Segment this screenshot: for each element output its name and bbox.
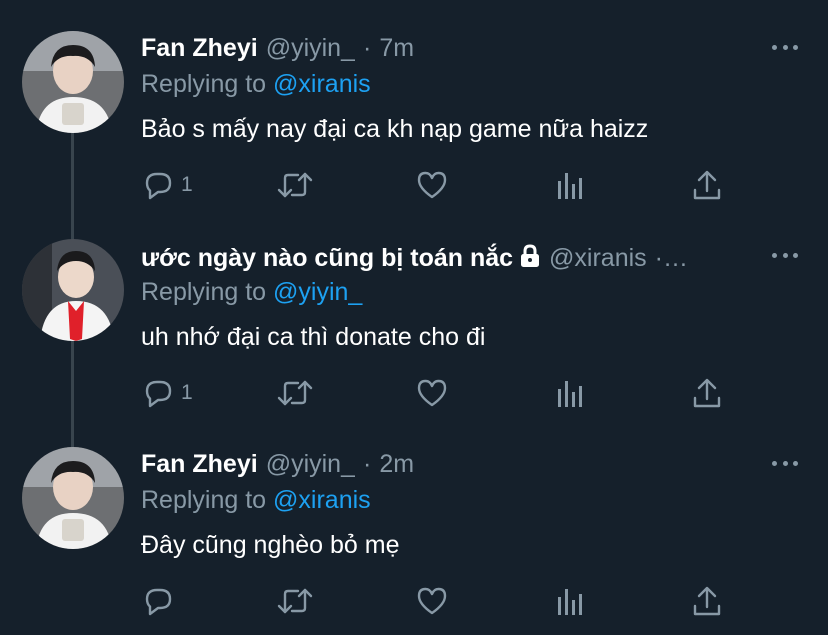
- display-name[interactable]: Fan Zheyi: [141, 34, 258, 63]
- reply-icon: [145, 588, 172, 616]
- analytics-icon: [558, 381, 582, 407]
- like-button[interactable]: [415, 168, 449, 202]
- analytics-button[interactable]: [555, 584, 585, 618]
- display-name[interactable]: Fan Zheyi: [141, 450, 258, 479]
- retweet-icon: [277, 380, 313, 406]
- mention-link[interactable]: @xiranis: [273, 486, 371, 514]
- like-icon: [417, 171, 447, 199]
- tweet-actions: 1: [0, 376, 828, 416]
- share-icon: [693, 586, 721, 616]
- replying-to: Replying to @xiranis: [141, 486, 371, 515]
- separator: ·: [362, 34, 372, 62]
- reply-button[interactable]: 1: [141, 168, 193, 202]
- retweet-button[interactable]: [276, 376, 314, 410]
- share-button[interactable]: [691, 376, 723, 410]
- timestamp[interactable]: 2m: [379, 450, 414, 479]
- separator: ·: [362, 450, 372, 478]
- share-icon: [693, 378, 721, 408]
- user-handle[interactable]: @yiyin_: [266, 34, 355, 63]
- share-button[interactable]: [691, 584, 723, 618]
- tweet[interactable]: ước ngày nào cũng bị toán nắc @xiranis ·…: [0, 208, 828, 416]
- share-button[interactable]: [691, 168, 723, 202]
- tweet-actions: 1: [0, 168, 828, 208]
- analytics-button[interactable]: [555, 168, 585, 202]
- tweet-header: ước ngày nào cũng bị toán nắc @xiranis ·…: [141, 242, 748, 272]
- tweet-text: Đây cũng nghèo bỏ mẹ: [141, 531, 400, 559]
- tweet[interactable]: Fan Zheyi @yiyin_ · 2m Replying to @xira…: [0, 416, 828, 624]
- tweet-actions: [0, 584, 828, 624]
- tweet-header: Fan Zheyi @yiyin_ · 2m: [141, 450, 748, 480]
- analytics-icon: [558, 589, 582, 615]
- like-button[interactable]: [415, 584, 449, 618]
- retweet-icon: [277, 172, 313, 198]
- replying-prefix: Replying to: [141, 70, 267, 98]
- mention-link[interactable]: @yiyin_: [273, 278, 362, 306]
- like-icon: [417, 587, 447, 615]
- reply-count: 1: [181, 381, 193, 404]
- reply-button[interactable]: [141, 584, 181, 618]
- retweet-button[interactable]: [276, 168, 314, 202]
- user-handle[interactable]: @xiranis: [549, 244, 647, 272]
- timestamp[interactable]: 7m: [379, 34, 414, 63]
- like-icon: [417, 379, 447, 407]
- lock-icon: [519, 244, 541, 272]
- display-name[interactable]: ước ngày nào cũng bị toán nắc: [141, 244, 513, 272]
- like-button[interactable]: [415, 376, 449, 410]
- tweet-header: Fan Zheyi @yiyin_ · 7m: [141, 34, 748, 64]
- analytics-button[interactable]: [555, 376, 585, 410]
- tweet[interactable]: Fan Zheyi @yiyin_ · 7m Replying to @xira…: [0, 0, 828, 208]
- replying-prefix: Replying to: [141, 278, 267, 306]
- retweet-button[interactable]: [276, 584, 314, 618]
- tweet-text: uh nhớ đại ca thì donate cho đi: [141, 323, 486, 351]
- avatar[interactable]: [22, 31, 124, 133]
- more-icon[interactable]: [772, 246, 798, 264]
- reply-icon: [145, 380, 172, 408]
- reply-count: 1: [181, 173, 193, 196]
- share-icon: [693, 170, 721, 200]
- replying-to: Replying to @xiranis: [141, 70, 371, 99]
- tweet-text: Bảo s mấy nay đại ca kh nạp game nữa hai…: [141, 115, 649, 143]
- analytics-icon: [558, 173, 582, 199]
- replying-to: Replying to @yiyin_: [141, 278, 362, 307]
- mention-link[interactable]: @xiranis: [273, 70, 371, 98]
- replying-prefix: Replying to: [141, 486, 267, 514]
- user-handle[interactable]: @yiyin_: [266, 450, 355, 479]
- avatar[interactable]: [22, 239, 124, 341]
- more-icon[interactable]: [772, 454, 798, 472]
- retweet-icon: [277, 588, 313, 614]
- avatar[interactable]: [22, 447, 124, 549]
- more-icon[interactable]: [772, 38, 798, 56]
- separator: ·…: [654, 244, 688, 272]
- reply-icon: [145, 172, 172, 200]
- reply-button[interactable]: 1: [141, 376, 193, 410]
